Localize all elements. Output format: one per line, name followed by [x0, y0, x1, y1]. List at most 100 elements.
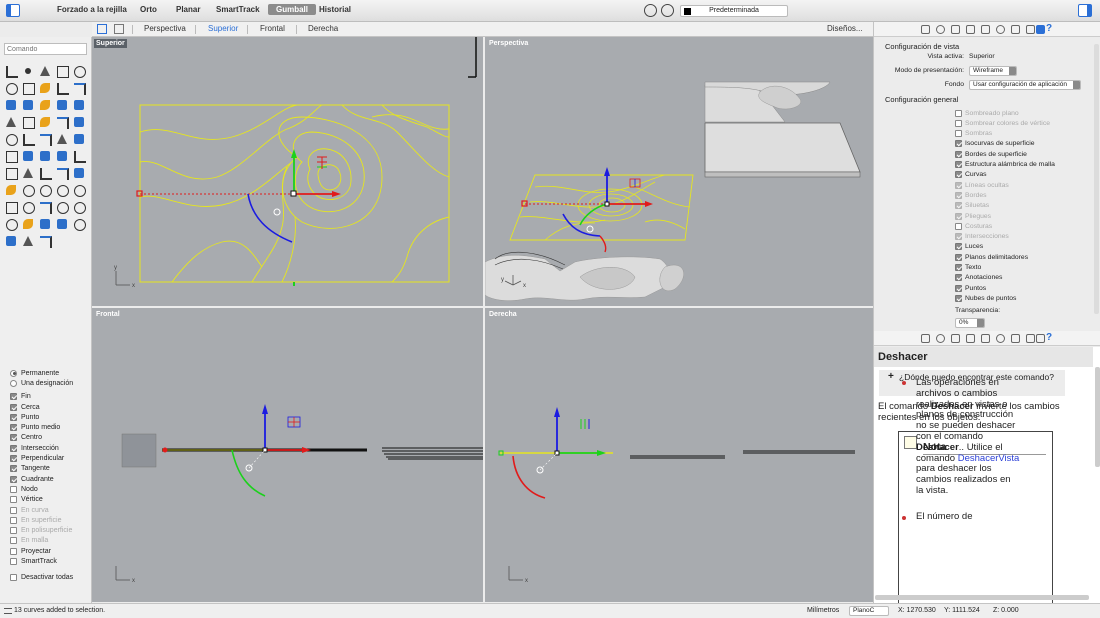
- tool-revolve-icon[interactable]: [21, 115, 35, 129]
- checkbox[interactable]: [955, 222, 962, 230]
- display-option-6[interactable]: Curvas: [955, 170, 987, 180]
- smarttrack-toggle[interactable]: SmartTrack: [216, 5, 260, 14]
- tool-gumball-icon[interactable]: [21, 234, 35, 248]
- tool-boolean-icon[interactable]: [4, 132, 18, 146]
- checkbox[interactable]: [955, 233, 962, 241]
- checkbox[interactable]: [10, 444, 17, 452]
- checkbox[interactable]: [955, 150, 962, 158]
- environment-icon-2[interactable]: [996, 334, 1005, 343]
- background-select[interactable]: Usar configuración de aplicación: [969, 80, 1081, 90]
- viewport-title-top[interactable]: Superior: [94, 39, 127, 48]
- osnap-1[interactable]: Una designación: [10, 378, 90, 388]
- undo-view-link[interactable]: DeshacerVista: [958, 453, 1020, 464]
- cplane-select[interactable]: PlanoC: [849, 606, 889, 616]
- tool-select-icon[interactable]: [4, 64, 18, 78]
- display-option-4[interactable]: Bordes de superficie: [955, 149, 1027, 159]
- display-option-2[interactable]: Sombras: [955, 129, 992, 139]
- toggle-right-sidebar-icon[interactable]: [1078, 4, 1092, 17]
- checkbox[interactable]: [10, 475, 17, 483]
- camera-icon-2[interactable]: [981, 334, 990, 343]
- tool-ellipse-icon[interactable]: [4, 81, 18, 95]
- osnap-2[interactable]: Fin: [10, 392, 90, 402]
- tab-top[interactable]: Superior: [208, 24, 238, 33]
- radio-button[interactable]: [10, 369, 17, 377]
- checkbox[interactable]: [955, 243, 962, 251]
- tool-properties-icon[interactable]: [38, 217, 52, 231]
- textures-icon-2[interactable]: [1026, 334, 1035, 343]
- gumball[interactable]: [136, 149, 341, 286]
- units-label[interactable]: Milímetros: [807, 607, 839, 614]
- display-mode-select[interactable]: Wireframe: [969, 66, 1017, 76]
- command-history-icon[interactable]: [4, 608, 12, 614]
- viewport-top[interactable]: x y Superior: [92, 37, 483, 306]
- tool-project-icon[interactable]: [55, 166, 69, 180]
- tool-box-icon[interactable]: [4, 98, 18, 112]
- tool-mirror-icon[interactable]: [4, 166, 18, 180]
- viewport-front[interactable]: x Frontal: [92, 308, 483, 602]
- tab-right[interactable]: Derecha: [308, 24, 338, 33]
- display-option-8[interactable]: Bordes: [955, 190, 987, 200]
- osnap-7[interactable]: Intersección: [10, 443, 90, 453]
- tool-circle-icon[interactable]: [72, 64, 86, 78]
- transparency-input[interactable]: 0%: [955, 318, 985, 328]
- layouts-menu[interactable]: Diseños...: [827, 24, 863, 33]
- checkbox[interactable]: [10, 537, 17, 545]
- tool-grid-icon[interactable]: [4, 234, 18, 248]
- display-icon-2[interactable]: [1036, 334, 1045, 343]
- environment-icon[interactable]: [996, 25, 1005, 34]
- help-tab-icon[interactable]: ?: [1046, 332, 1055, 343]
- layers-icon-2[interactable]: [921, 334, 930, 343]
- history-toggle[interactable]: Historial: [319, 5, 351, 14]
- tool-camera-icon[interactable]: [72, 217, 86, 231]
- camera-icon[interactable]: [981, 25, 990, 34]
- display-option-17[interactable]: Puntos: [955, 283, 986, 293]
- checkbox[interactable]: [10, 516, 17, 524]
- tool-arc-icon[interactable]: [55, 81, 69, 95]
- checkbox[interactable]: [955, 294, 962, 302]
- viewport-title-perspective[interactable]: Perspectiva: [487, 39, 530, 48]
- checkbox[interactable]: [955, 264, 962, 271]
- materials-icon[interactable]: [936, 25, 945, 34]
- four-view-layout-icon[interactable]: [97, 24, 107, 34]
- checkbox[interactable]: [955, 212, 962, 220]
- tool-split-icon[interactable]: [21, 132, 35, 146]
- display-option-3[interactable]: Isocurvas de superficie: [955, 139, 1035, 149]
- osnap-6[interactable]: Centro: [10, 433, 90, 443]
- tool-fillet-icon[interactable]: [72, 81, 86, 95]
- osnap-0[interactable]: Permanente: [10, 368, 90, 378]
- display-icon[interactable]: [1036, 25, 1045, 34]
- osnap-10[interactable]: Cuadrante: [10, 474, 90, 484]
- tab-front[interactable]: Frontal: [260, 24, 285, 33]
- command-input[interactable]: [4, 43, 87, 55]
- current-layer-select[interactable]: Predeterminada: [680, 5, 788, 17]
- checkbox[interactable]: [10, 506, 17, 514]
- planar-toggle[interactable]: Planar: [176, 5, 200, 14]
- checkbox[interactable]: [955, 130, 962, 138]
- checkbox[interactable]: [955, 181, 962, 189]
- osnap-16[interactable]: En malla: [10, 536, 90, 546]
- tool-render-icon[interactable]: [72, 200, 86, 214]
- tool-material-icon[interactable]: [55, 217, 69, 231]
- tool-point-icon[interactable]: [21, 64, 35, 78]
- checkbox[interactable]: [955, 119, 962, 127]
- tool-explode-icon[interactable]: [72, 132, 86, 146]
- tool-polygon-icon[interactable]: [38, 81, 52, 95]
- tool-trim-icon[interactable]: [38, 132, 52, 146]
- checkbox[interactable]: [10, 574, 17, 582]
- tool-cylinder-icon[interactable]: [38, 98, 52, 112]
- checkbox[interactable]: [955, 161, 962, 168]
- osnap-13[interactable]: En curva: [10, 505, 90, 515]
- checkbox[interactable]: [955, 171, 962, 179]
- document-icon[interactable]: [951, 25, 960, 34]
- osnap-9[interactable]: Tangente: [10, 464, 90, 474]
- checkbox[interactable]: [10, 547, 17, 555]
- display-option-13[interactable]: Luces: [955, 242, 983, 252]
- display-option-12[interactable]: Intersecciones: [955, 232, 1009, 242]
- viewport-perspective[interactable]: x y Perspectiva: [485, 37, 873, 306]
- display-option-15[interactable]: Texto: [955, 263, 981, 273]
- checkbox[interactable]: [955, 140, 962, 148]
- checkbox[interactable]: [10, 424, 17, 432]
- osnap-14[interactable]: En superficie: [10, 515, 90, 525]
- osnap-18[interactable]: SmartTrack: [10, 556, 90, 566]
- checkbox[interactable]: [10, 485, 17, 493]
